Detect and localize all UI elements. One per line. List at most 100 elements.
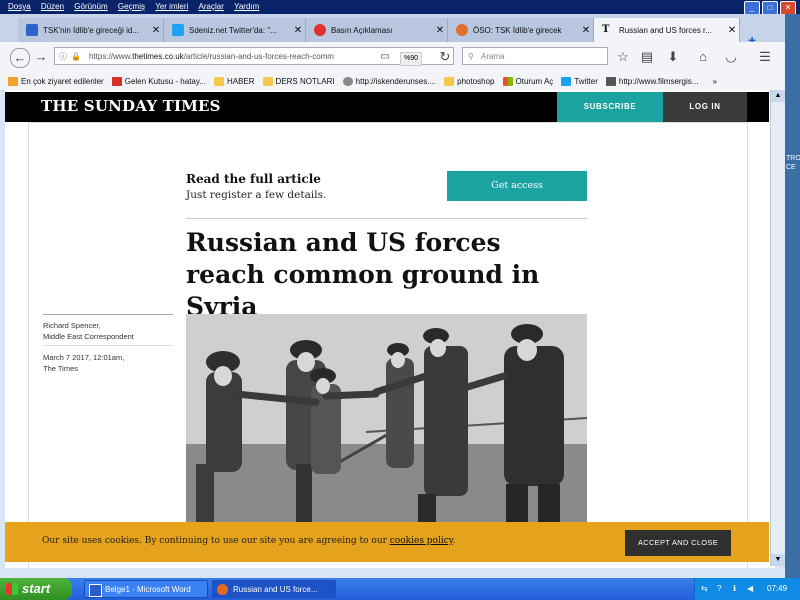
search-placeholder: Arama (481, 52, 505, 61)
bookmark-twitter[interactable]: Twitter (561, 76, 598, 86)
bookmark-label: DERS NOTLARI (275, 76, 335, 86)
cookies-policy-link[interactable]: cookies policy (390, 536, 453, 546)
divider (186, 218, 587, 219)
menu-help[interactable]: Yardım (234, 0, 259, 14)
tab-oso-tsk[interactable]: ÖSO: TSK İdlib'e girecek ✕ (448, 18, 594, 42)
zoom-indicator[interactable]: %90 (400, 52, 423, 66)
taskbar-button-label: Russian and US force... (233, 585, 318, 594)
minimize-button[interactable]: _ (744, 1, 760, 15)
tab-sdeniz-twitter[interactable]: Sdeniz.net Twitter'da: "... ✕ (164, 18, 306, 42)
forward-icon[interactable]: → (32, 48, 50, 66)
bookmarks-overflow-icon[interactable]: » (712, 77, 716, 86)
publish-info: March 7 2017, 12:01am, The Times (43, 352, 124, 374)
menu-bookmarks[interactable]: Yer imleri (155, 0, 188, 14)
login-button[interactable]: LOG IN (663, 92, 747, 122)
bookmark-label: http://www.filmsergis... (618, 76, 699, 86)
close-tab-icon[interactable]: ✕ (579, 25, 593, 36)
author-role: Middle East Correspondent (43, 332, 134, 341)
twitter-icon (561, 76, 572, 86)
tab-label: Basın Açıklaması (331, 25, 393, 35)
close-tab-icon[interactable]: ✕ (149, 25, 163, 36)
close-tab-icon[interactable]: ✕ (725, 25, 739, 36)
lock-icon[interactable]: 🔒 (71, 48, 81, 64)
pocket-icon[interactable]: ◡ (722, 48, 740, 66)
tab-label: Sdeniz.net Twitter'da: "... (189, 25, 277, 35)
register-title: Read the full article (186, 172, 321, 186)
article-headline: Russian and US forces reach common groun… (186, 228, 540, 321)
close-tab-icon[interactable]: ✕ (433, 25, 447, 36)
back-icon[interactable]: ← (10, 48, 30, 68)
bookmark-ders-notlari[interactable]: DERS NOTLARI (262, 76, 335, 86)
download-icon[interactable]: ⬇ (664, 48, 682, 66)
microsoft-icon (502, 76, 513, 86)
subscribe-button[interactable]: SUBSCRIBE (557, 92, 663, 122)
publication-name: The Times (43, 364, 79, 373)
tab-basin-aciklamasi[interactable]: Basın Açıklaması ✕ (306, 18, 448, 42)
menu-view[interactable]: Görünüm (74, 0, 107, 14)
search-icon: ⚲ (468, 52, 474, 61)
bookmark-star-icon[interactable]: ☆ (614, 48, 632, 66)
web-page: THE SUNDAY TIMES SUBSCRIBE LOG IN Read t… (5, 90, 775, 568)
bookmark-oturum-ac[interactable]: Oturum Aç (502, 76, 554, 86)
menu-hamburger-icon[interactable]: ☰ (756, 48, 774, 66)
background-window-label: TRO CE (786, 155, 800, 171)
firefox-icon (217, 584, 228, 595)
close-tab-icon[interactable]: ✕ (291, 25, 305, 36)
maximize-button[interactable]: □ (762, 1, 778, 15)
accept-and-close-button[interactable]: ACCEPT AND CLOSE (625, 530, 731, 556)
scroll-down-icon[interactable]: ▼ (771, 554, 785, 566)
menu-bar: Dosya Düzen Görünüm Geçmiş Yer imleri Ar… (0, 0, 800, 15)
folder-icon (262, 76, 273, 86)
bookmark-most-visited[interactable]: En çok ziyaret edilenler (8, 76, 104, 86)
cookie-text: Our site uses cookies. By continuing to … (42, 536, 390, 546)
page-scrollbar[interactable]: ▲ ▼ (770, 90, 785, 566)
times-favicon-icon: T (602, 24, 610, 35)
bookmark-haber[interactable]: HABER (213, 76, 255, 86)
tab-tsk-idlib[interactable]: TSK'nin İdlib'e gireceği id... ✕ (18, 18, 164, 42)
site-logo[interactable]: THE SUNDAY TIMES (41, 97, 221, 115)
folder-icon (444, 76, 455, 86)
tab-label: TSK'nin İdlib'e gireceği id... (43, 25, 139, 35)
get-access-button[interactable]: Get access (447, 171, 587, 201)
volume-icon[interactable]: ◀ (747, 578, 753, 600)
start-button[interactable]: start (0, 578, 72, 600)
author-name[interactable]: Richard Spencer, (43, 320, 134, 331)
divider (43, 345, 173, 346)
reader-view-icon[interactable]: ▭ (376, 48, 394, 66)
menu-tools[interactable]: Araçlar (199, 0, 224, 14)
scroll-up-icon[interactable]: ▲ (771, 90, 785, 102)
bookmark-filmsergisi[interactable]: http://www.filmsergis... (605, 76, 699, 86)
bookmark-iskenderunses[interactable]: http://iskenderunses.... (342, 76, 436, 86)
tab-bar: TSK'nin İdlib'e gireceği id... ✕ Sdeniz.… (0, 14, 800, 48)
cookie-message: Our site uses cookies. By continuing to … (42, 536, 456, 546)
clock[interactable]: 07:49 (767, 578, 787, 600)
navigation-bar: ← → ⓘ 🔒 https://www.thetimes.co.uk/artic… (0, 42, 800, 73)
search-input[interactable]: ⚲ Arama (462, 47, 608, 65)
bookmark-label: Oturum Aç (515, 76, 554, 86)
bookmark-label: photoshop (457, 76, 495, 86)
byline: Richard Spencer, Middle East Corresponde… (43, 320, 134, 342)
tab-favicon-icon (456, 24, 468, 36)
menu-history[interactable]: Geçmiş (118, 0, 145, 14)
browser-window: Dosya Düzen Görünüm Geçmiş Yer imleri Ar… (0, 0, 800, 578)
network-icon[interactable]: ⇆ (701, 578, 708, 600)
info-tray-icon[interactable]: ℹ (733, 578, 736, 600)
menu-edit[interactable]: Düzen (41, 0, 64, 14)
article-photo (186, 314, 587, 524)
bookmark-label: HABER (226, 76, 255, 86)
url-bar[interactable]: ⓘ 🔒 https://www.thetimes.co.uk/article/r… (54, 47, 454, 65)
reload-icon[interactable]: ↻ (436, 48, 454, 66)
menu-file[interactable]: Dosya (8, 0, 31, 14)
reading-list-icon[interactable]: ▤ (638, 48, 656, 66)
close-window-button[interactable]: ✕ (780, 1, 796, 15)
taskbar-word-button[interactable]: Belge1 - Microsoft Word (84, 580, 208, 598)
info-icon[interactable]: ⓘ (59, 48, 67, 64)
bookmark-photoshop[interactable]: photoshop (444, 76, 495, 86)
bookmark-gmail[interactable]: Gelen Kutusu - hatay... (111, 76, 206, 86)
help-icon[interactable]: ? (717, 578, 721, 600)
home-icon[interactable]: ⌂ (694, 48, 712, 66)
taskbar-firefox-button[interactable]: Russian and US force... (212, 580, 336, 598)
tab-russian-us-forces[interactable]: T Russian and US forces r... ✕ (594, 18, 740, 42)
windows-flag-icon (6, 583, 18, 595)
url-prefix: https://www. (89, 52, 133, 61)
